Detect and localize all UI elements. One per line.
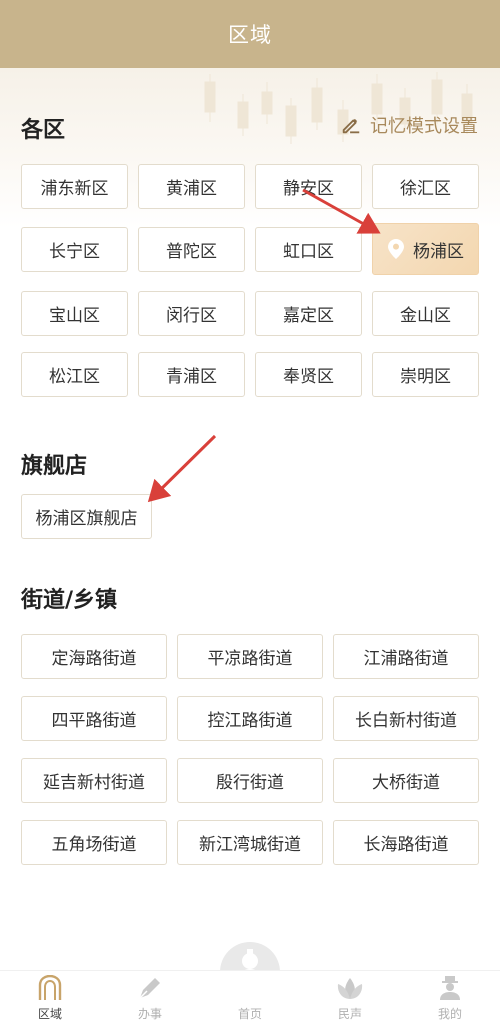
districts-section-title: 各区 bbox=[21, 118, 66, 143]
street-chip[interactable]: 五角场街道 bbox=[21, 820, 167, 865]
district-chip[interactable]: 浦东新区 bbox=[21, 164, 128, 209]
memory-mode-label: 记忆模式设置 bbox=[370, 116, 478, 137]
header-bar: 区域 bbox=[0, 0, 500, 68]
page-title: 区域 bbox=[228, 23, 272, 47]
street-chip[interactable]: 定海路街道 bbox=[21, 634, 167, 679]
lotus-icon bbox=[337, 978, 363, 999]
tab-public-voice[interactable]: 民声 bbox=[305, 970, 395, 1032]
district-chip[interactable]: 闵行区 bbox=[138, 291, 245, 336]
district-chip[interactable]: 奉贤区 bbox=[255, 352, 362, 397]
location-pin-icon bbox=[388, 239, 404, 259]
bottom-tab-bar: 区域 办事 首页 民声 我的 bbox=[0, 970, 500, 1032]
pen-icon bbox=[139, 978, 160, 999]
tab-affairs[interactable]: 办事 bbox=[105, 970, 195, 1032]
district-grid: 浦东新区 黄浦区 静安区 徐汇区 长宁区 普陀区 虹口区 杨浦区 宝山区 闵行区… bbox=[21, 164, 480, 397]
street-chip[interactable]: 平凉路街道 bbox=[177, 634, 323, 679]
street-chip[interactable]: 延吉新村街道 bbox=[21, 758, 167, 803]
district-chip[interactable]: 嘉定区 bbox=[255, 291, 362, 336]
district-chip[interactable]: 普陀区 bbox=[138, 227, 245, 272]
tab-home[interactable]: 首页 bbox=[205, 970, 295, 1032]
district-chip[interactable]: 虹口区 bbox=[255, 227, 362, 272]
street-chip[interactable]: 新江湾城街道 bbox=[177, 820, 323, 865]
district-chip[interactable]: 静安区 bbox=[255, 164, 362, 209]
street-chip[interactable]: 长海路街道 bbox=[333, 820, 479, 865]
street-chip[interactable]: 四平路街道 bbox=[21, 696, 167, 741]
district-chip[interactable]: 松江区 bbox=[21, 352, 128, 397]
district-chip[interactable]: 金山区 bbox=[372, 291, 479, 336]
memory-mode-settings-link[interactable]: 记忆模式设置 bbox=[340, 112, 478, 138]
street-chip[interactable]: 控江路街道 bbox=[177, 696, 323, 741]
district-chip[interactable]: 崇明区 bbox=[372, 352, 479, 397]
flagship-section-title: 旗舰店 bbox=[21, 454, 88, 479]
tab-mine[interactable]: 我的 bbox=[405, 970, 495, 1032]
street-grid: 定海路街道 平凉路街道 江浦路街道 四平路街道 控江路街道 长白新村街道 延吉新… bbox=[21, 634, 480, 865]
street-chip[interactable]: 江浦路街道 bbox=[333, 634, 479, 679]
flagship-store-chip[interactable]: 杨浦区旗舰店 bbox=[21, 494, 152, 539]
district-chip[interactable]: 宝山区 bbox=[21, 291, 128, 336]
district-chip[interactable]: 黄浦区 bbox=[138, 164, 245, 209]
arrow-to-flagship-store bbox=[147, 434, 217, 503]
street-chip[interactable]: 大桥街道 bbox=[333, 758, 479, 803]
district-chip[interactable]: 徐汇区 bbox=[372, 164, 479, 209]
streets-section-title: 街道/乡镇 bbox=[21, 588, 118, 613]
district-chip-selected[interactable]: 杨浦区 bbox=[372, 223, 479, 275]
district-chip[interactable]: 青浦区 bbox=[138, 352, 245, 397]
person-icon bbox=[440, 976, 460, 1000]
edit-icon bbox=[342, 118, 360, 134]
street-chip[interactable]: 殷行街道 bbox=[177, 758, 323, 803]
street-chip[interactable]: 长白新村街道 bbox=[333, 696, 479, 741]
tab-region[interactable]: 区域 bbox=[5, 970, 95, 1032]
district-chip[interactable]: 长宁区 bbox=[21, 227, 128, 272]
arch-icon bbox=[38, 975, 62, 1000]
